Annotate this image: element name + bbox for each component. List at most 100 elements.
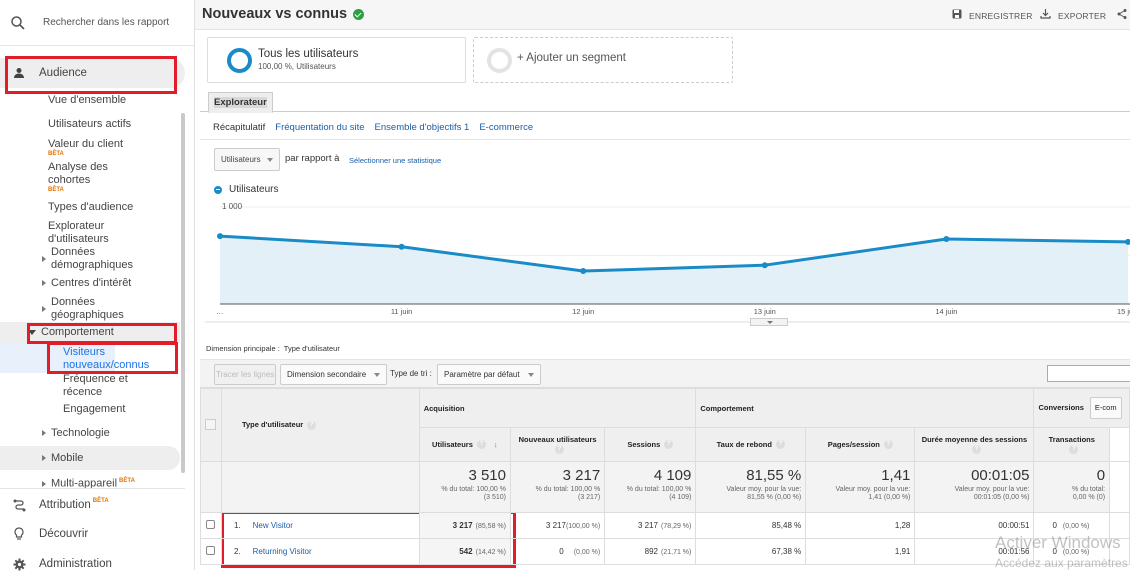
chevron-down-icon	[267, 158, 273, 162]
total-cell: 3 510 % du total: 100,00 % (3 510)	[418, 461, 511, 513]
sidebar-item-label: Valeur du client	[48, 138, 124, 150]
sidebar-item-geo[interactable]: Données géographiques	[42, 296, 142, 322]
sidebar-item-audience-types[interactable]: Types d'audience	[48, 201, 133, 214]
share-button[interactable]	[1117, 9, 1130, 22]
sidebar-item-behavior[interactable]: Comportement	[0, 322, 180, 343]
beta-badge: BÊTA	[92, 498, 109, 504]
subtab-goal-set-1[interactable]: Ensemble d'objectifs 1	[375, 122, 470, 133]
caret-down-icon	[28, 329, 36, 335]
select-statistic-link[interactable]: Sélectionner une statistique	[349, 156, 441, 165]
subtab-ecommerce[interactable]: E-commerce	[479, 122, 533, 133]
page-title: Nouveaux vs connus	[202, 6, 365, 22]
row-checkbox[interactable]	[206, 520, 216, 529]
data-point	[943, 236, 950, 243]
col-label: Taux de rebond	[716, 439, 772, 449]
sidebar-scrollbar[interactable]	[181, 113, 185, 473]
help-icon[interactable]: ?	[883, 440, 893, 450]
help-icon[interactable]: ?	[971, 444, 981, 454]
subtab-summary[interactable]: Récapitulatif	[213, 122, 265, 133]
total-cell: 4 109 % du total: 100,00 % (4 109)	[604, 461, 697, 513]
total-value: 1,41	[881, 467, 911, 484]
dimension-header[interactable]: Type d'utilisateur?	[220, 388, 420, 462]
share-icon	[1117, 9, 1127, 22]
chart-collapse-toggle[interactable]	[750, 318, 788, 326]
data-table: Type d'utilisateur? Acquisition Comporte…	[200, 388, 1130, 565]
col-label: Nouveaux utilisateurs	[518, 435, 597, 445]
subtab-site-usage[interactable]: Fréquentation du site	[275, 122, 364, 133]
sidebar-item-active-users[interactable]: Utilisateurs actifs	[48, 118, 131, 131]
sidebar-item-mobile[interactable]: Mobile	[0, 446, 180, 470]
sidebar-item-discover[interactable]: Découvrir	[0, 519, 185, 549]
segment-all-users[interactable]: Tous les utilisateurs 100,00 %, Utilisat…	[207, 37, 466, 83]
help-icon[interactable]: ?	[555, 444, 565, 454]
col-label: Transactions	[1048, 435, 1095, 445]
empty-cell	[1109, 461, 1130, 513]
x-tick-label: 12 juin	[572, 307, 594, 316]
help-icon[interactable]: ?	[307, 420, 317, 430]
segment-name: Tous les utilisateurs	[258, 48, 359, 60]
dimension-header-label: Type d'utilisateur	[241, 420, 304, 430]
col-bounce-rate[interactable]: Taux de rebond?	[695, 427, 807, 462]
sidebar-item-cohorts[interactable]: Analyse des cohortes BÊTA	[48, 161, 128, 194]
col-sessions[interactable]: Sessions?	[604, 427, 697, 462]
beta-badge: BÊTA	[48, 187, 64, 193]
row-checkbox[interactable]	[206, 546, 216, 555]
metric-dropdown[interactable]: Utilisateurs	[214, 148, 280, 171]
person-icon	[12, 66, 26, 80]
sidebar-item-technology[interactable]: Technologie	[42, 427, 110, 440]
help-icon[interactable]: ?	[1069, 444, 1079, 454]
save-button[interactable]: ENREGISTRER	[952, 9, 1033, 22]
secondary-dimension-dropdown[interactable]: Dimension secondaire	[280, 364, 388, 385]
help-icon[interactable]: ?	[476, 440, 486, 450]
cell-value: 0	[1052, 521, 1057, 530]
help-icon[interactable]: ?	[775, 440, 785, 450]
cell-pct: (0,00 %)	[573, 549, 601, 556]
lightbulb-icon	[12, 527, 26, 541]
sidebar-item-user-explorer[interactable]: Explorateur d'utilisateurs	[48, 220, 138, 246]
sidebar-item-admin[interactable]: Administration	[0, 549, 185, 579]
sort-type-dropdown[interactable]: Paramètre par défaut	[437, 364, 541, 385]
col-new-users[interactable]: Nouveaux utilisateurs?	[509, 427, 606, 462]
select-all-checkbox[interactable]	[205, 418, 217, 430]
caret-right-icon	[42, 306, 46, 312]
sidebar-item-interests[interactable]: Centres d'intérêt	[42, 277, 131, 290]
plot-rows-button[interactable]: Tracer les lignes	[214, 364, 277, 385]
select-all-cell	[200, 388, 222, 462]
sidebar-item-new-vs-returning[interactable]: Visiteurs nouveaux/connus	[0, 343, 149, 373]
col-pages-session[interactable]: Pages/session?	[805, 427, 916, 462]
total-value: 0	[1096, 467, 1106, 484]
sidebar-item-engagement[interactable]: Engagement	[63, 403, 125, 416]
col-users[interactable]: Utilisateurs? ↓	[418, 427, 511, 462]
report-search[interactable]: Rechercher dans les rapport	[0, 0, 195, 46]
sidebar-item-label: Données démographiques	[51, 246, 133, 271]
col-avg-duration[interactable]: Durée moyenne des sessions?	[914, 427, 1035, 462]
add-segment-button[interactable]: + Ajouter un segment	[473, 37, 733, 83]
table-search-input[interactable]	[1047, 365, 1130, 382]
sidebar-item-attribution[interactable]: Attribution BÊTA	[0, 490, 185, 520]
sidebar-item-frequency[interactable]: Fréquence et récence	[63, 373, 153, 399]
empty-cell	[220, 461, 420, 513]
sidebar-item-demographics[interactable]: Données démographiques	[42, 246, 152, 272]
primary-dimension-value[interactable]: Type d'utilisateur	[284, 344, 340, 353]
total-note: Valeur moy. pour la vue:	[954, 486, 1030, 493]
watermark-line: Accédez aux paramètres	[995, 556, 1128, 570]
total-cell: 81,55 % Valeur moy. pour la vue: 81,55 % (…	[695, 461, 807, 513]
conversions-dropdown[interactable]: E-com	[1089, 397, 1122, 419]
sidebar-item-overview[interactable]: Vue d'ensemble	[48, 94, 126, 107]
sidebar-item-label: Engagement	[63, 403, 126, 415]
sidebar-item-audience[interactable]: Audience	[0, 58, 185, 88]
help-icon[interactable]: ?	[664, 440, 674, 450]
y-tick-label: 1 000	[222, 202, 243, 211]
data-point	[217, 233, 223, 240]
row-dimension-link[interactable]: New Visitor	[253, 521, 293, 530]
sidebar-item-client-value[interactable]: Valeur du client BÊTA	[48, 138, 123, 158]
sort-type-value: Paramètre par défaut	[444, 370, 520, 379]
col-transactions[interactable]: Transactions?	[1033, 427, 1111, 462]
tab-explorer[interactable]: Explorateur	[208, 92, 273, 113]
row-dimension-link[interactable]: Returning Visitor	[253, 547, 312, 556]
conversions-label: Conversions	[1038, 403, 1084, 412]
row-index: 1.	[233, 521, 241, 530]
export-button[interactable]: EXPORTER	[1040, 9, 1106, 22]
search-icon	[11, 16, 25, 30]
chart-legend: Utilisateurs	[214, 184, 278, 195]
